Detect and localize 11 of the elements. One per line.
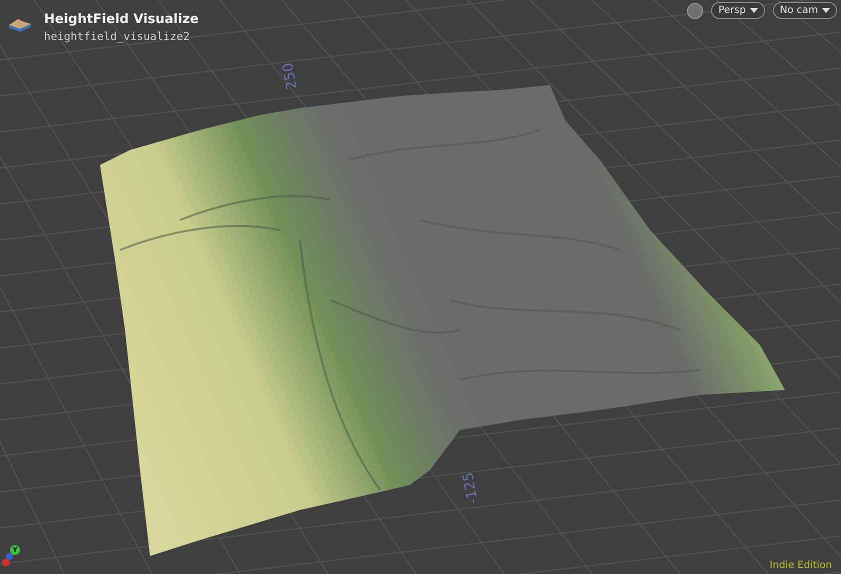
- caret-icon: [750, 8, 758, 13]
- heightfield-icon: [8, 16, 32, 32]
- grid-label: -125: [460, 470, 482, 506]
- node-title: HeightField Visualize: [44, 12, 199, 27]
- view-menu-button[interactable]: Persp: [711, 2, 765, 19]
- view-menu-button[interactable]: No cam: [772, 2, 837, 19]
- caret-icon: [822, 8, 830, 13]
- edition-label: Indie Edition: [770, 560, 832, 571]
- node-path: heightfield_visualize2: [44, 30, 191, 43]
- camera-icon[interactable]: [687, 2, 704, 18]
- grid-label: 250: [280, 61, 301, 91]
